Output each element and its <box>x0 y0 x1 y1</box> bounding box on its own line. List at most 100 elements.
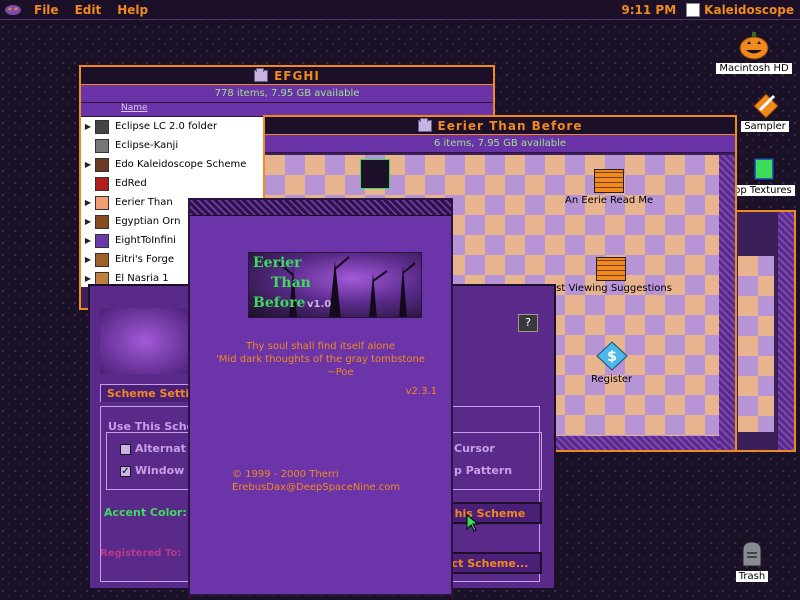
menu-bar: File Edit Help 9:11 PM Kaleidoscope <box>0 0 800 20</box>
svg-text:$: $ <box>607 349 617 365</box>
folder-icon <box>95 119 109 134</box>
application-name: Kaleidoscope <box>704 3 794 17</box>
list-item-label: Egyptian Orn <box>115 216 181 227</box>
option-window[interactable]: ✓ Window <box>120 464 184 477</box>
desktop-icon-textures[interactable]: op Textures <box>726 156 800 196</box>
file-viewing-suggestions[interactable]: est Viewing Suggestions <box>550 257 672 294</box>
menu-edit[interactable]: Edit <box>75 3 102 17</box>
tombstone-icon <box>742 541 762 567</box>
desktop-icon-label: Trash <box>735 571 769 582</box>
disclosure-triangle-icon[interactable]: ▶ <box>81 217 95 226</box>
efghi-info-bar: 778 items, 7.95 GB available <box>81 85 493 103</box>
author-email[interactable]: ErebusDax@DeepSpaceNine.com <box>232 481 400 494</box>
pumpkin-icon <box>739 32 769 60</box>
option-alternate[interactable]: Alternat <box>120 442 186 455</box>
desktop-icon-label: Sampler <box>741 121 789 132</box>
desktop-icon-label: Macintosh HD <box>716 63 792 74</box>
tab-scheme-settings[interactable]: Scheme Setti <box>100 384 197 402</box>
option-desktop-pattern[interactable]: p Pattern <box>454 464 512 477</box>
document-icon <box>95 138 109 153</box>
disclosure-triangle-icon[interactable]: ▶ <box>81 160 95 169</box>
logo-line-3: Before <box>253 295 306 311</box>
about-title-bar[interactable] <box>190 200 451 216</box>
quote-line: Thy soul shall find itself alone <box>246 341 395 352</box>
eerier-logo: Eerier Than Before v1.0 <box>248 252 422 318</box>
background-window-scrollbar[interactable] <box>778 212 794 450</box>
disclosure-triangle-icon[interactable]: ▶ <box>81 198 95 207</box>
desktop-icon-macintosh-hd[interactable]: Macintosh HD <box>716 32 792 74</box>
logo-line-2: Than <box>271 275 311 291</box>
application-icon <box>686 3 701 17</box>
disclosure-triangle-icon[interactable]: ▶ <box>81 255 95 264</box>
folder-icon <box>95 195 109 210</box>
logo-line-1: Eerier <box>253 255 302 271</box>
alternate-checkbox[interactable] <box>120 443 131 455</box>
list-item-label: Eitri's Forge <box>115 254 174 265</box>
desktop-icon-trash[interactable]: Trash <box>730 540 774 582</box>
eerier-vertical-scrollbar[interactable] <box>719 155 735 450</box>
list-item-label: EightToInfini <box>115 235 176 246</box>
folder-icon <box>95 214 109 229</box>
list-item-label: El Nasria 1 <box>115 273 169 284</box>
apple-menu-icon[interactable] <box>0 0 26 20</box>
menu-clock[interactable]: 9:11 PM <box>621 3 676 17</box>
folder-icon <box>417 117 432 132</box>
quote-line: 'Mid dark thoughts of the gray tombstone <box>216 354 425 365</box>
poe-quote: Thy soul shall find itself alone 'Mid da… <box>190 340 451 379</box>
eerier-info-bar: 6 items, 7.95 GB available <box>265 135 735 153</box>
folder-icon <box>95 252 109 267</box>
eerier-title-bar[interactable]: Eerier Than Before <box>265 117 735 135</box>
readme-doc-icon <box>595 257 626 281</box>
list-item-label: EdRed <box>115 178 147 189</box>
efghi-title: EFGHI <box>274 68 320 83</box>
list-item-label: Edo Kaleidoscope Scheme <box>115 159 247 170</box>
app-version: v2.3.1 <box>405 386 437 397</box>
disclosure-triangle-icon[interactable]: ▶ <box>81 274 95 283</box>
disclosure-triangle-icon[interactable]: ▶ <box>81 122 95 131</box>
file-label: An Eerie Read Me <box>565 195 654 206</box>
help-icon[interactable]: ? <box>518 314 538 332</box>
background-window-content <box>738 256 774 432</box>
about-dialog[interactable]: Eerier Than Before v1.0 Thy soul shall f… <box>188 198 453 596</box>
mouse-cursor-icon <box>466 514 480 532</box>
efghi-title-bar[interactable]: EFGHI <box>81 67 493 85</box>
window-checkbox[interactable]: ✓ <box>120 465 131 477</box>
file-register[interactable]: $ Register <box>591 341 632 385</box>
application-menu[interactable]: Kaleidoscope <box>686 3 794 17</box>
eerier-title: Eerier Than Before <box>437 118 583 133</box>
use-this-scheme-button[interactable]: his Scheme <box>438 502 542 524</box>
desktop-icon-sampler[interactable]: Sampler <box>730 92 800 132</box>
quote-attribution: ~Poe <box>327 367 354 378</box>
file-eerie-read-me[interactable]: An Eerie Read Me <box>565 169 653 206</box>
option-cursor[interactable]: Cursor <box>454 442 495 455</box>
option-label: Window <box>135 464 185 477</box>
eerier-app-icon[interactable] <box>360 159 390 189</box>
register-dollar-icon: $ <box>595 341 628 371</box>
registered-to-label: Registered To: <box>100 548 182 559</box>
file-label: est Viewing Suggestions <box>550 283 672 294</box>
folder-icon <box>95 157 109 172</box>
copyright-block: © 1999 - 2000 Therri ErebusDax@DeepSpace… <box>232 468 400 494</box>
name-column-header[interactable]: Name <box>81 103 191 116</box>
book-icon <box>753 157 775 181</box>
menu-file[interactable]: File <box>34 3 59 17</box>
menu-help[interactable]: Help <box>117 3 148 17</box>
readme-doc-icon <box>594 169 625 193</box>
select-scheme-button[interactable]: ct Scheme... <box>438 552 542 574</box>
pencil-icon <box>753 93 779 119</box>
background-window[interactable] <box>730 210 796 452</box>
file-label: Register <box>591 374 633 385</box>
disclosure-triangle-icon[interactable]: ▶ <box>81 236 95 245</box>
document-icon <box>95 176 109 191</box>
list-item-label: Eerier Than <box>115 197 173 208</box>
copyright-text: © 1999 - 2000 Therri <box>232 469 339 480</box>
accent-color-label: Accent Color: <box>104 506 187 519</box>
folder-icon <box>254 67 269 82</box>
list-item-label: Eclipse-Kanji <box>115 140 179 151</box>
desktop-icon-label: op Textures <box>731 185 795 196</box>
option-label: Alternat <box>135 442 186 455</box>
logo-version: v1.0 <box>307 299 332 310</box>
panel-scheme-preview <box>100 308 190 374</box>
folder-icon <box>95 233 109 248</box>
list-item-label: Eclipse LC 2.0 folder <box>115 121 218 132</box>
